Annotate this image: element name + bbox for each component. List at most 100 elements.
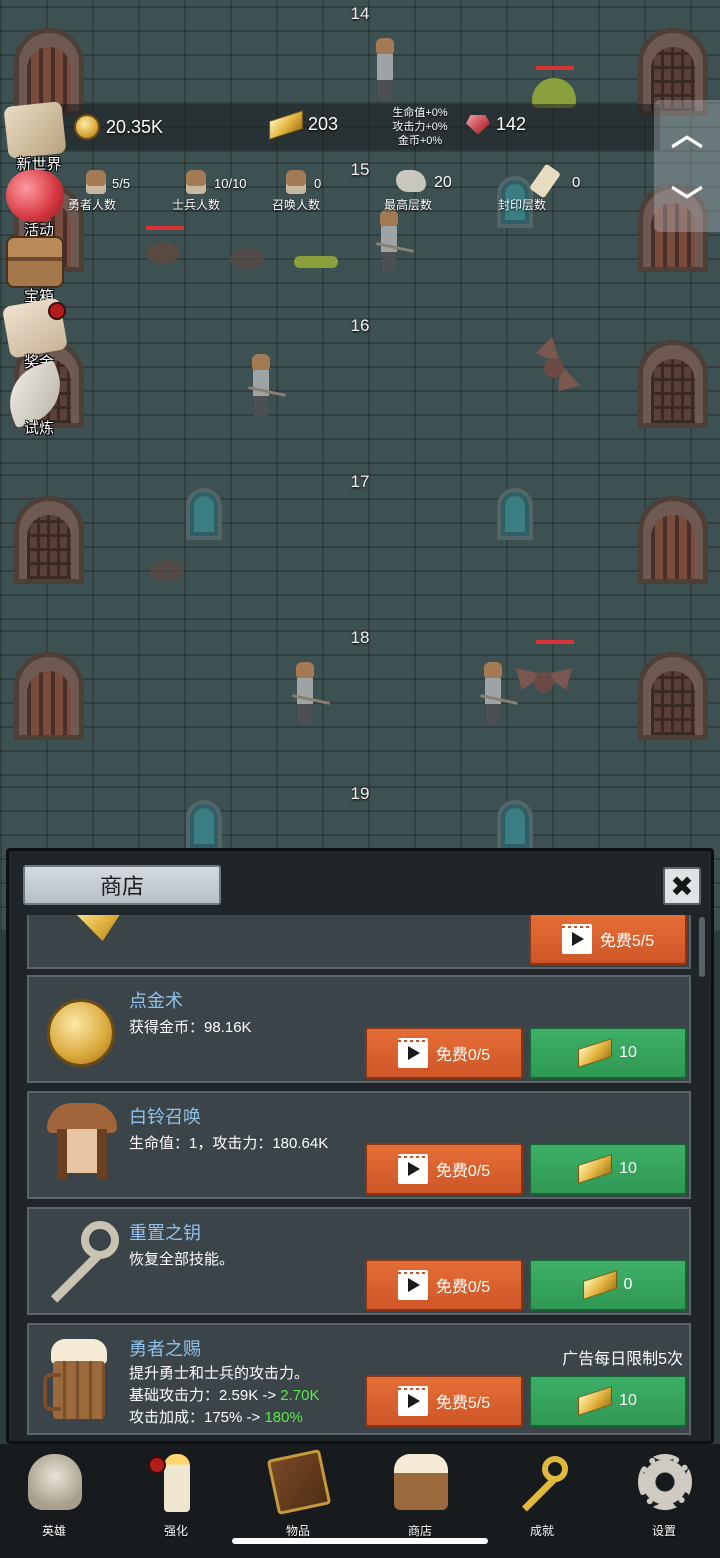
gate-icon: [14, 496, 84, 584]
stat-soldiers: 10/10 士兵人数: [168, 166, 258, 214]
new-value: 180%: [264, 1409, 303, 1426]
stat-summons: 0 召唤人数: [270, 166, 340, 214]
stat-highest-floor: 20 最高层数: [382, 166, 462, 214]
floor-scroll-panel: ︿ ﹀: [654, 100, 720, 232]
bonus-stats: 生命值+0% 攻击力+0% 金币+0%: [388, 106, 452, 148]
item-description: 生命值：1，攻击力：180.64K: [129, 1135, 329, 1152]
stat-label: 勇者人数: [68, 198, 117, 212]
shop-item-card: 点金术 获得金币：98.16K 免费0/5 10: [27, 975, 691, 1083]
candle-icon: [164, 1454, 190, 1512]
spider-enemy-icon: [146, 242, 180, 264]
video-icon: [397, 1386, 428, 1416]
nav-label: 设置: [651, 1524, 676, 1538]
free-count: 免费5/5: [435, 1395, 491, 1412]
side-menu-new-world[interactable]: 新世界: [3, 101, 68, 173]
floor-18: 18: [0, 620, 720, 776]
stat-value: 0: [572, 174, 581, 191]
watch-ad-button[interactable]: 免费0/5: [365, 1143, 523, 1195]
buy-button[interactable]: 0: [529, 1259, 687, 1311]
side-menu-bonus[interactable]: 奖金: [1, 297, 69, 371]
desc-line: 基础攻击力：2.59K -> 2.70K: [129, 1385, 320, 1407]
hero-sprite: [376, 210, 414, 272]
key-icon: [41, 1217, 127, 1307]
map-icon: [3, 101, 67, 159]
home-indicator[interactable]: [232, 1538, 488, 1544]
book-icon: [266, 1448, 332, 1516]
side-menu-chest[interactable]: 宝箱: [4, 236, 68, 305]
gold-bar-icon: [582, 1270, 617, 1300]
window-icon: [186, 488, 222, 540]
stat-value: 5/5: [112, 176, 131, 191]
nav-heroes[interactable]: 英雄: [12, 1454, 96, 1540]
video-icon: [561, 924, 592, 954]
stat-sealed-floor: 0 封印层数: [496, 163, 586, 214]
item-name: 白铃召唤: [129, 1107, 201, 1127]
gem-counter: 142: [466, 114, 526, 135]
shop-item-card: 勇者之赐 广告每日限制5次 提升勇士和士兵的攻击力。 基础攻击力：2.59K -…: [27, 1323, 691, 1435]
close-button[interactable]: ✖: [663, 867, 701, 905]
hero-head-icon: [86, 170, 106, 194]
floor-number: 14: [350, 4, 370, 23]
watch-ad-button[interactable]: 免费0/5: [365, 1259, 523, 1311]
notification-badge: [48, 302, 66, 320]
floor-number: 16: [350, 316, 370, 335]
nav-label: 强化: [163, 1524, 188, 1538]
nav-settings[interactable]: 设置: [622, 1454, 706, 1540]
gold-coin-icon: [74, 114, 100, 140]
gold-bar-value: 203: [308, 114, 339, 134]
desc-line: 攻击加成：175% -> 180%: [129, 1407, 320, 1429]
scrollbar[interactable]: [699, 917, 705, 977]
price: 10: [619, 1044, 637, 1061]
nav-achievements[interactable]: 成就: [500, 1454, 584, 1540]
scroll-up-button[interactable]: ︿: [654, 102, 720, 162]
hero-sprite: [480, 662, 518, 724]
side-menu-trial[interactable]: 试炼: [0, 359, 72, 437]
desc-text: 基础攻击力：2.59K ->: [129, 1387, 281, 1404]
beer-mug-icon: [394, 1454, 448, 1510]
gold-value: 20.35K: [106, 116, 164, 137]
nav-items[interactable]: 物品: [256, 1448, 340, 1540]
item-name: 点金术: [129, 991, 183, 1011]
desc-text: 攻击加成：175% ->: [129, 1409, 265, 1426]
buy-button[interactable]: 10: [529, 1143, 687, 1195]
price: 10: [619, 1392, 637, 1409]
chevron-down-icon: ﹀: [670, 184, 703, 220]
gate-icon: [638, 340, 708, 428]
nav-label: 物品: [285, 1524, 310, 1538]
watch-ad-button[interactable]: 免费5/5: [365, 1375, 523, 1427]
gold-bar-icon: [578, 1154, 613, 1184]
soldier-head-icon: [186, 170, 206, 194]
free-count: 免费5/5: [599, 933, 655, 950]
nav-shop[interactable]: 商店: [378, 1454, 462, 1540]
watch-ad-button[interactable]: 免费0/5: [365, 1027, 523, 1079]
scroll-down-button[interactable]: ﹀: [654, 170, 720, 230]
hero-sprite: [374, 38, 396, 100]
free-count: 免费0/5: [435, 1163, 491, 1180]
floor-17: 17: [0, 464, 720, 620]
scroll-icon: [529, 163, 561, 199]
buy-button[interactable]: 10: [529, 1027, 687, 1079]
stat-label: 最高层数: [384, 198, 433, 212]
spider-enemy-icon: [150, 560, 184, 582]
price: 10: [619, 1160, 637, 1177]
gold-counter: 20.35K: [74, 114, 163, 140]
gold-bar-icon: [268, 109, 304, 140]
side-menu-events[interactable]: 活动: [4, 170, 68, 239]
door-icon: [638, 496, 708, 584]
enemy-health-bar: [536, 66, 574, 70]
watch-ad-button[interactable]: 免费5/5: [529, 915, 687, 965]
shop-item-list[interactable]: 免费5/5 点金术 获得金币：98.16K 免费0/5 10 白铃召唤 生命值：…: [23, 915, 693, 1435]
summon-head-icon: [286, 170, 306, 194]
bat-enemy-icon: [516, 668, 572, 696]
desc-line: 提升勇士和士兵的攻击力。: [129, 1365, 310, 1382]
item-description: 提升勇士和士兵的攻击力。 基础攻击力：2.59K -> 2.70K 攻击加成：1…: [129, 1363, 320, 1429]
stat-label: 封印层数: [498, 198, 547, 212]
item-name: 勇者之赐: [129, 1339, 201, 1359]
gear-icon: [638, 1454, 692, 1510]
gold-bar-icon: [578, 1038, 613, 1068]
nav-upgrade[interactable]: 强化: [134, 1454, 218, 1540]
door-icon: [14, 652, 84, 740]
coin-bonus: 金币+0%: [397, 135, 443, 147]
buy-button[interactable]: 10: [529, 1375, 687, 1427]
chest-icon: [6, 236, 64, 288]
